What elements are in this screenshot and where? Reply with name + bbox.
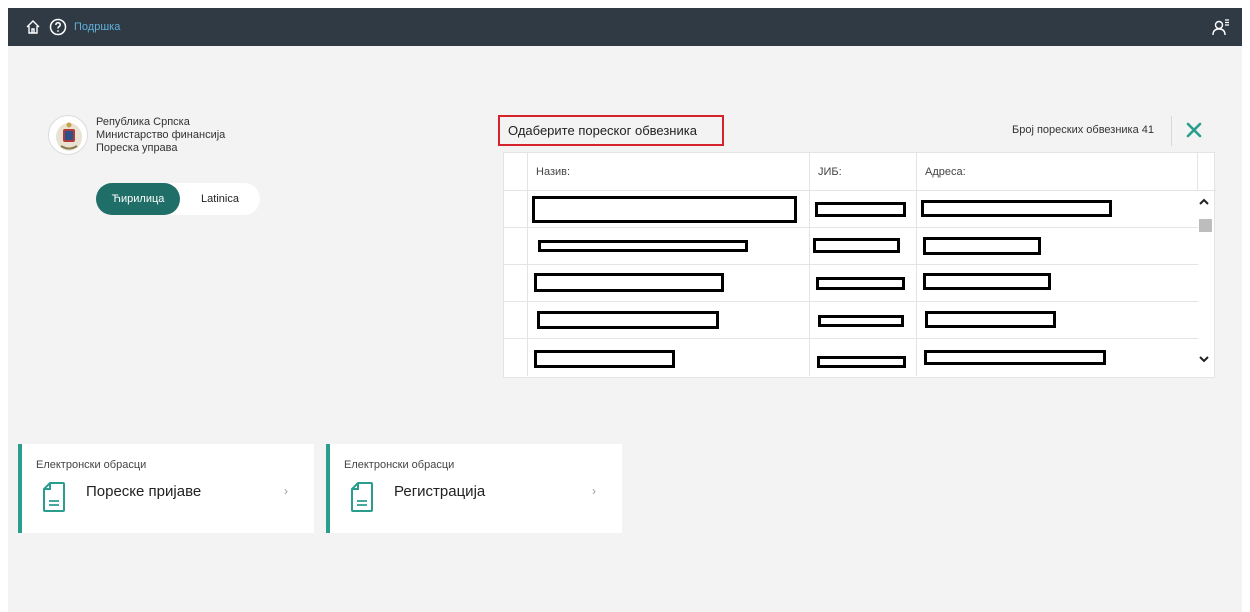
card-title: Пореске пријаве: [86, 483, 202, 500]
cyrillic-button[interactable]: Ћирилица: [96, 183, 180, 215]
row-select-cell[interactable]: [504, 228, 528, 265]
redaction-box: [923, 237, 1041, 255]
redaction-box: [534, 350, 675, 368]
name-cell: [528, 302, 810, 339]
organization-name: Република Српска Министарство финансија …: [96, 116, 225, 155]
name-cell: [528, 265, 810, 302]
taxpayer-table: Назив: ЈИБ: Адреса:: [503, 152, 1216, 378]
chevron-right-icon: ›: [592, 484, 596, 498]
table-row[interactable]: [504, 302, 1198, 339]
select-column-header: [504, 153, 528, 191]
help-circle-icon[interactable]: [49, 18, 67, 36]
row-select-cell[interactable]: [504, 302, 528, 339]
address-cell: [917, 339, 1198, 376]
address-cell: [917, 302, 1198, 339]
column-header-address: Адреса:: [917, 153, 1198, 191]
redaction-box: [813, 238, 900, 253]
address-cell: [917, 265, 1198, 302]
jib-cell: [810, 191, 917, 228]
select-taxpayer-title: Одаберите пореског обвезника: [498, 115, 724, 146]
scrollbar-thumb[interactable]: [1199, 219, 1212, 232]
table-row[interactable]: [504, 191, 1198, 228]
home-icon[interactable]: [25, 19, 41, 35]
redaction-box: [924, 350, 1106, 365]
jib-cell: [810, 265, 917, 302]
redaction-box: [923, 273, 1051, 290]
latin-button[interactable]: Latinica: [180, 183, 260, 215]
taxpayer-count: Број пореских обвезника 41: [1012, 124, 1155, 136]
org-line-2: Министарство финансија: [96, 129, 226, 141]
chevron-right-icon: ›: [284, 484, 288, 498]
row-select-cell[interactable]: [504, 265, 528, 302]
name-cell: [528, 228, 810, 265]
column-header-jib: ЈИБ:: [810, 153, 917, 191]
card-registration[interactable]: Електронски обрасци Регистрација ›: [326, 444, 622, 533]
jib-cell: [810, 228, 917, 265]
org-line-3: Пореска управа: [96, 142, 178, 154]
name-cell: [528, 191, 810, 228]
redaction-box: [817, 356, 906, 368]
redaction-box: [818, 315, 904, 327]
top-bar: Подршка: [8, 8, 1242, 46]
document-icon: [351, 482, 373, 512]
row-select-cell[interactable]: [504, 191, 528, 228]
document-icon: [43, 482, 65, 512]
scroll-down-icon[interactable]: [1197, 352, 1211, 366]
divider: [1171, 116, 1172, 146]
redaction-box: [534, 273, 724, 292]
card-category: Електронски обрасци: [36, 459, 147, 471]
address-cell: [917, 191, 1198, 228]
card-tax-returns[interactable]: Електронски обрасци Пореске пријаве ›: [18, 444, 314, 533]
address-cell: [917, 228, 1198, 265]
card-title: Регистрација: [394, 483, 486, 500]
redaction-box: [537, 311, 719, 329]
jib-cell: [810, 339, 917, 376]
row-select-cell[interactable]: [504, 339, 528, 376]
redaction-box: [532, 196, 797, 223]
scroll-up-icon[interactable]: [1197, 195, 1211, 209]
help-link[interactable]: Подршка: [74, 21, 120, 33]
table-header: Назив: ЈИБ: Адреса:: [504, 153, 1216, 191]
table-row[interactable]: [504, 228, 1198, 265]
redaction-box: [925, 311, 1056, 328]
name-cell: [528, 339, 810, 376]
card-category: Електронски обрасци: [344, 459, 455, 471]
org-line-1: Република Српска: [96, 116, 190, 128]
close-icon[interactable]: [1183, 119, 1205, 141]
coat-of-arms-logo: [48, 115, 88, 155]
table-row[interactable]: [504, 265, 1198, 302]
column-header-name: Назив:: [528, 153, 810, 191]
redaction-box: [815, 202, 906, 217]
jib-cell: [810, 302, 917, 339]
redaction-box: [816, 277, 905, 290]
redaction-box: [538, 240, 748, 252]
redaction-box: [921, 200, 1112, 217]
table-row[interactable]: [504, 339, 1198, 376]
language-toggle: Ћирилица Latinica: [96, 183, 260, 215]
user-menu-icon[interactable]: [1212, 18, 1230, 36]
